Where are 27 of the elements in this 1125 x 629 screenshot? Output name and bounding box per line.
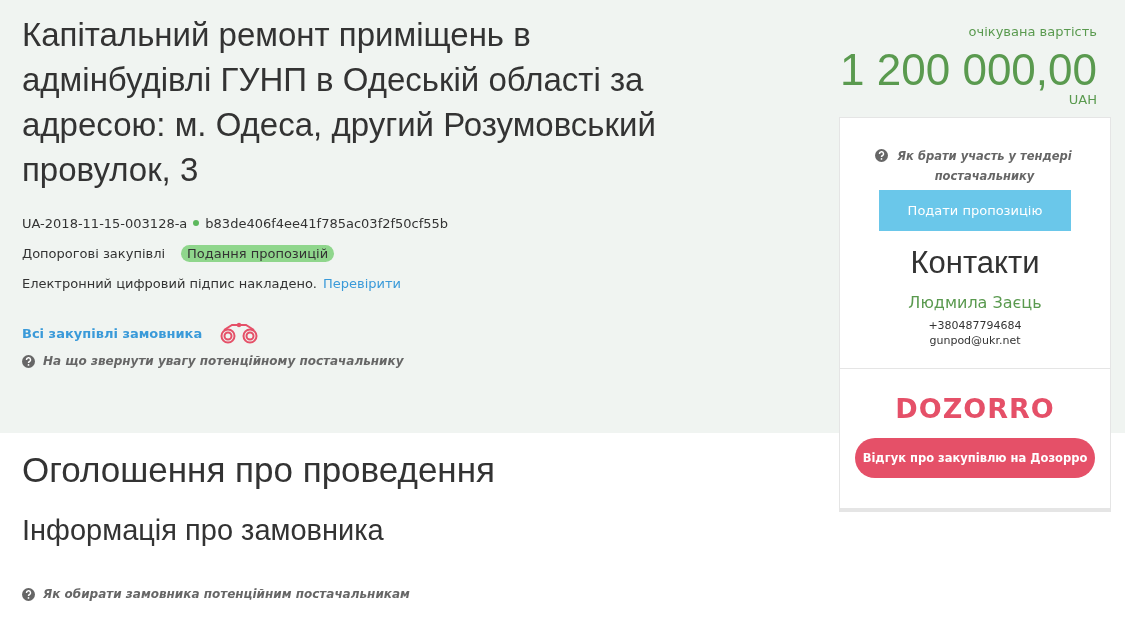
contact-phone: +380487794684 (928, 318, 1022, 333)
submit-bid-button[interactable]: Подати пропозицію (879, 190, 1071, 231)
signature-text: Електронний цифровий підпис накладено. (22, 275, 317, 291)
help-icon (875, 149, 888, 162)
value-label: очікувана вартість (968, 24, 1097, 39)
value-amount: 1 200 000,00 (840, 47, 1097, 93)
tender-title: Капітальний ремонт приміщень в адмінбудівлі ГУНП в Одеській області за адресою: м. Одеса, другий Розумовський провулок, 3 (22, 15, 657, 190)
status-dot-icon (193, 220, 200, 226)
tender-hash: b83de406f4ee41f785ac03f2f50cf55b (205, 215, 449, 231)
procedure-type: Допорогові закупівлі (22, 245, 166, 261)
hint-text[interactable]: Як обирати замовника потенційним постачальникам (43, 587, 410, 601)
contact-name: Людмила Заєць (908, 293, 1042, 312)
hint-text[interactable]: На що звернути увагу потенційному постачальнику (43, 354, 404, 368)
help-icon (22, 587, 35, 601)
contact-email: gunpod@ukr.net (929, 333, 1021, 348)
tender-id: UA-2018-11-15-003128-a (22, 215, 188, 231)
dozorro-logo: DOZORRO (895, 393, 1055, 424)
section-heading: Оголошення про проведення (22, 450, 496, 490)
buyer-tenders-link[interactable]: Всі закупівлі замовника (22, 325, 203, 341)
section-subheading: Інформація про замовника (22, 514, 385, 547)
feedback-button[interactable]: Відгук про закупівлю на Дозорро (855, 438, 1095, 478)
hint-text[interactable]: Як брати участь у тендері постачальнику (894, 146, 1075, 186)
contacts-title: Контакти (910, 245, 1040, 281)
status-badge: Подання пропозицій (181, 244, 335, 262)
verify-link[interactable]: Перевірити (323, 275, 401, 291)
help-icon (22, 354, 35, 368)
currency-label: UAH (1068, 93, 1097, 107)
